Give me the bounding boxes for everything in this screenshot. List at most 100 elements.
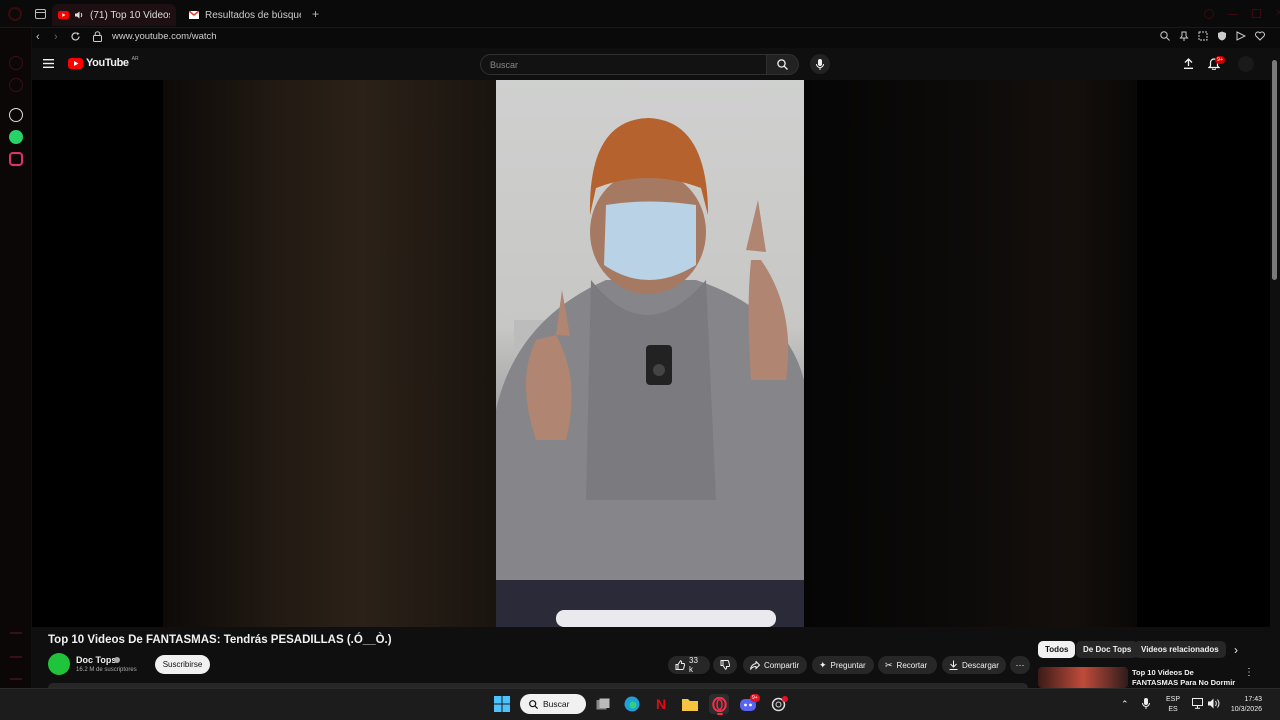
opera-gx-icon[interactable] (709, 694, 729, 714)
tab-label: Resultados de búsqueda (205, 9, 301, 21)
send-icon[interactable] (1236, 31, 1246, 41)
url-field[interactable]: www.youtube.com/watch (112, 31, 217, 42)
chip-related[interactable]: Videos relacionados (1134, 641, 1226, 658)
windows-start-icon[interactable] (492, 694, 512, 714)
search-tabs-icon[interactable] (1204, 9, 1214, 19)
sidebar-messenger-icon[interactable] (9, 56, 23, 70)
video-person-illustration (496, 118, 804, 627)
hamburger-menu-icon[interactable] (43, 59, 54, 68)
lock-icon[interactable] (93, 31, 102, 42)
subscriber-count: 16.2 M de suscriptores (76, 667, 137, 673)
taskbar-search-label: Buscar (543, 699, 570, 709)
scrollbar-thumb[interactable] (1272, 60, 1277, 280)
shield-icon[interactable] (1217, 31, 1227, 41)
close-icon[interactable]: ✕ (1275, 9, 1280, 19)
sidebar-more-icon[interactable] (10, 678, 22, 680)
notification-dot (782, 696, 788, 702)
file-explorer-icon[interactable] (680, 694, 700, 714)
page-scrollbar[interactable] (1270, 48, 1280, 688)
network-icon[interactable] (1192, 698, 1204, 709)
search-icon (777, 59, 788, 70)
search-input[interactable]: Buscar (480, 54, 767, 75)
task-view-icon[interactable] (593, 694, 613, 714)
upload-icon[interactable] (1183, 58, 1194, 69)
voice-search-button[interactable] (810, 54, 830, 74)
search-button[interactable] (767, 54, 799, 75)
avatar[interactable] (1238, 56, 1254, 72)
ask-button[interactable]: ✦ Preguntar (812, 656, 874, 674)
edge-browser-icon[interactable] (622, 694, 642, 714)
sidebar-history-icon[interactable] (10, 656, 22, 658)
chip-from-channel[interactable]: De Doc Tops (1076, 641, 1139, 658)
clip-label: Recortar (896, 660, 928, 670)
maximize-icon[interactable] (1252, 9, 1261, 18)
chips-next-icon[interactable]: › (1234, 644, 1238, 656)
gmail-favicon-icon (189, 11, 199, 19)
youtube-logo[interactable]: YouTube AR (68, 55, 139, 69)
subscribe-button[interactable]: Suscribirse (155, 655, 210, 674)
dislike-button[interactable] (713, 656, 737, 674)
sparkle-icon: ✦ (819, 659, 827, 670)
download-icon (949, 660, 958, 670)
sidebar-chatgpt-icon[interactable] (9, 108, 23, 122)
download-button[interactable]: Descargar (942, 656, 1006, 674)
back-icon[interactable]: ‹ (36, 32, 40, 43)
related-more-icon[interactable]: ⋮ (1244, 668, 1254, 678)
ask-label: Preguntar (830, 660, 866, 670)
more-actions-button[interactable]: ⋯ (1010, 656, 1030, 674)
tab-gmail[interactable]: Resultados de búsqueda (183, 4, 307, 26)
minimize-icon[interactable] (1228, 14, 1238, 15)
heart-icon[interactable] (1255, 31, 1265, 41)
ambient-blur-right (804, 80, 1137, 627)
netflix-icon[interactable]: N (651, 694, 671, 714)
thumbs-down-icon (720, 660, 730, 670)
youtube-logo-text: YouTube (86, 57, 129, 69)
browser-sidebar (0, 28, 32, 688)
clip-button[interactable]: ✂ Recortar (878, 656, 937, 674)
opera-logo-icon[interactable] (8, 7, 22, 21)
like-button[interactable]: 33 k (668, 656, 710, 674)
notification-badge: 9+ (1215, 56, 1226, 64)
new-tab-button[interactable]: + (312, 8, 319, 20)
tray-microphone-icon[interactable] (1142, 698, 1150, 709)
video-frame[interactable] (496, 80, 804, 627)
microphone-icon (816, 58, 824, 70)
sidebar-whatsapp-icon[interactable] (9, 130, 23, 144)
volume-icon[interactable] (1208, 698, 1220, 709)
sidebar-telegram-icon[interactable] (9, 78, 23, 92)
share-icon (750, 660, 760, 670)
taskbar-search[interactable]: Buscar (520, 694, 586, 714)
thumbs-up-icon (675, 660, 685, 670)
tray-overflow-icon[interactable]: ⌃ (1121, 700, 1129, 709)
tab-workspaces-icon[interactable] (35, 9, 46, 19)
sidebar-instagram-icon[interactable] (9, 152, 23, 166)
screen: (71) Top 10 Videos De I Resultados de bú… (0, 0, 1280, 720)
youtube-logo-icon (68, 57, 83, 69)
tab-youtube[interactable]: (71) Top 10 Videos De I (52, 4, 176, 26)
snapshot-icon[interactable] (1198, 31, 1208, 41)
speaker-icon[interactable] (75, 11, 84, 19)
download-label: Descargar (962, 660, 999, 670)
ambient-blur-left (163, 80, 496, 627)
forward-icon[interactable]: › (54, 32, 58, 43)
share-button[interactable]: Compartir (743, 656, 807, 674)
chip-all[interactable]: Todos (1038, 641, 1076, 658)
window-controls: ✕ (1204, 9, 1280, 19)
related-video-title[interactable]: Top 10 Videos De FANTASMAS Para No Dormi… (1132, 668, 1242, 688)
clock[interactable]: 17:43 10/3/2026 (1228, 695, 1262, 715)
channel-avatar[interactable] (48, 653, 70, 675)
language-indicator[interactable]: ESP ES (1162, 695, 1184, 715)
youtube-region-code: AR (131, 55, 139, 62)
pin-icon[interactable] (1179, 31, 1189, 41)
reload-icon[interactable] (70, 31, 81, 42)
related-thumbnail[interactable] (1038, 667, 1128, 688)
zoom-icon[interactable] (1160, 31, 1170, 41)
browser-tab-bar: (71) Top 10 Videos De I Resultados de bú… (0, 0, 1280, 28)
verified-check-icon (114, 657, 120, 663)
keyboard-layout: ES (1168, 706, 1178, 713)
like-count: 33 k (689, 656, 698, 674)
sidebar-menu-icon[interactable] (10, 632, 22, 634)
language-code: ESP (1165, 696, 1180, 703)
channel-name[interactable]: Doc Tops (76, 655, 116, 665)
share-label: Compartir (764, 660, 800, 670)
